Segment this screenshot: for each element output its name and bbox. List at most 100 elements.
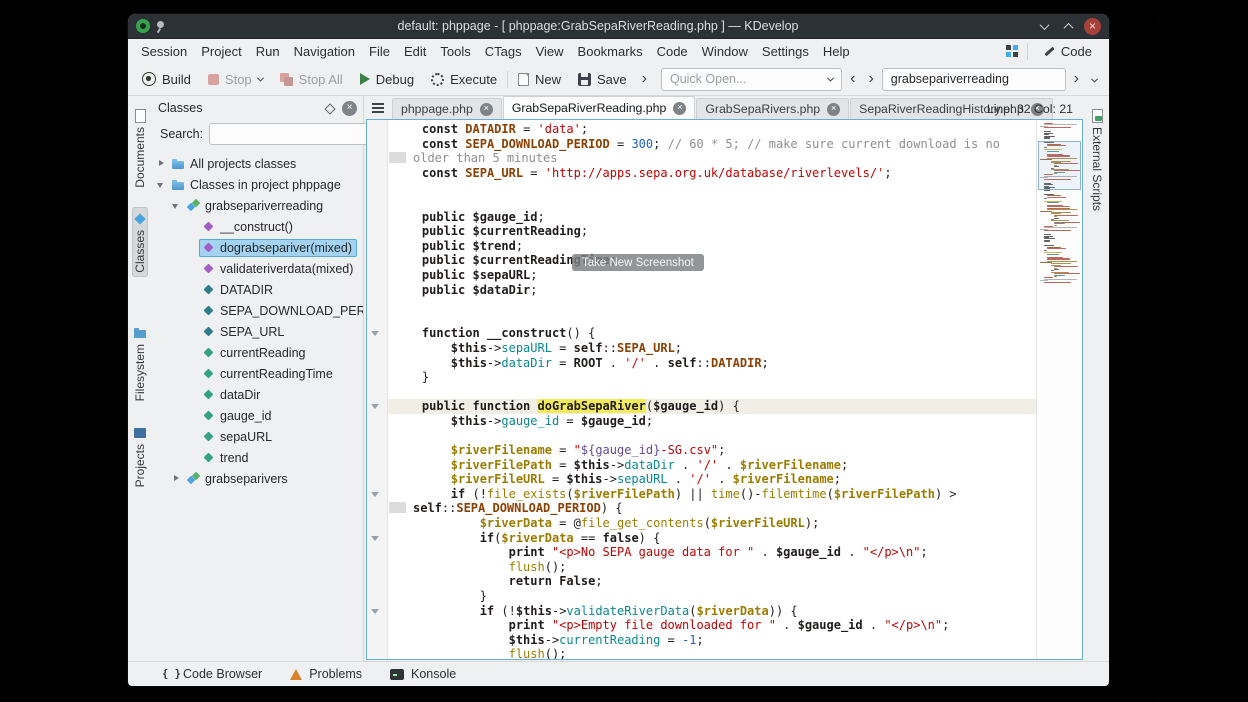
code-line[interactable] xyxy=(367,385,1036,400)
tree-item-gauge-id[interactable]: gauge_id xyxy=(152,405,363,426)
tab-close-icon[interactable] xyxy=(827,103,840,116)
menu-settings[interactable]: Settings xyxy=(755,41,816,62)
expander-icon[interactable] xyxy=(171,473,182,484)
fold-marker-icon[interactable] xyxy=(371,404,379,409)
area-switcher-grid-icon[interactable] xyxy=(1005,44,1019,58)
code-area[interactable]: const DATADIR = 'data'; const SEPA_DOWNL… xyxy=(367,120,1036,659)
menu-bookmarks[interactable]: Bookmarks xyxy=(571,41,650,62)
menu-view[interactable]: View xyxy=(529,41,571,62)
save-button[interactable]: Save xyxy=(571,68,634,91)
toolbar-expand-button[interactable]: › xyxy=(637,69,652,89)
code-line[interactable]: if($riverData == false) { xyxy=(367,531,1036,546)
code-line[interactable]: $riverFileURL = $this->sepaURL . '/' . $… xyxy=(367,472,1036,487)
classes-search-input[interactable] xyxy=(209,123,384,145)
code-line[interactable]: $this->sepaURL = self::SEPA_URL; xyxy=(367,341,1036,356)
tree-item-sepaurl[interactable]: sepaURL xyxy=(152,426,363,447)
stop-all-button[interactable]: Stop All xyxy=(273,68,350,91)
document-list-icon[interactable] xyxy=(370,100,386,116)
detach-toolview-icon[interactable] xyxy=(323,102,336,115)
toolbar-overflow-button[interactable] xyxy=(1087,69,1102,89)
minimize-button[interactable] xyxy=(1036,18,1053,35)
code-line[interactable]: const SEPA_DOWNLOAD_PERIOD = 300; // 60 … xyxy=(367,137,1036,152)
tab-grabsepariverreading-php[interactable]: GrabSepaRiverReading.php xyxy=(503,96,696,119)
tree-item-dograbsepariver-mixed[interactable]: dograbsepariver(mixed) xyxy=(152,237,363,258)
menu-project[interactable]: Project xyxy=(194,41,248,62)
dock-tab-projects[interactable]: Projects xyxy=(132,421,148,492)
code-line[interactable]: $this->gauge_id = $gauge_id; xyxy=(367,414,1036,429)
tab-grabseparivers-php[interactable]: GrabSepaRivers.php xyxy=(696,98,849,119)
code-line[interactable]: flush(); xyxy=(367,560,1036,575)
expander-icon[interactable] xyxy=(156,179,167,190)
tree-item-trend[interactable]: trend xyxy=(152,447,363,468)
code-line[interactable]: self::SEPA_DOWNLOAD_PERIOD) { xyxy=(367,501,1036,516)
build-button[interactable]: Build xyxy=(135,68,198,91)
debug-button[interactable]: Debug xyxy=(353,68,421,91)
tree-item-grabseparivers[interactable]: grabseparivers xyxy=(152,468,363,489)
menu-edit[interactable]: Edit xyxy=(397,41,433,62)
code-line[interactable] xyxy=(367,180,1036,195)
dock-tab-filesystem[interactable]: Filesystem xyxy=(132,321,148,406)
code-line[interactable]: public $gauge_id; xyxy=(367,210,1036,225)
code-line[interactable]: if (!file_exists($riverFilePath) || time… xyxy=(367,487,1036,502)
tab-close-icon[interactable] xyxy=(480,103,493,116)
fold-marker-icon[interactable] xyxy=(371,492,379,497)
stop-button[interactable]: Stop xyxy=(201,68,270,91)
quick-open-combo[interactable]: Quick Open... xyxy=(661,68,842,91)
expander-icon[interactable] xyxy=(171,200,182,211)
tree-item-datadir[interactable]: dataDir xyxy=(152,384,363,405)
tree-item-validateriverdata-mixed[interactable]: validateriverdata(mixed) xyxy=(152,258,363,279)
code-line[interactable]: const SEPA_URL = 'http://apps.sepa.org.u… xyxy=(367,166,1036,181)
dock-tab-classes[interactable]: Classes xyxy=(132,207,148,278)
bottom-tab-konsole[interactable]: Konsole xyxy=(390,667,456,681)
menu-session[interactable]: Session xyxy=(134,41,194,62)
code-line[interactable]: } xyxy=(367,370,1036,385)
menu-window[interactable]: Window xyxy=(695,41,755,62)
menu-code[interactable]: Code xyxy=(650,41,695,62)
code-line[interactable] xyxy=(367,312,1036,327)
code-line[interactable]: public $dataDir; xyxy=(367,283,1036,298)
code-line[interactable]: public $currentReading; xyxy=(367,224,1036,239)
search-forward-button[interactable]: › xyxy=(1069,69,1084,89)
code-line[interactable]: return False; xyxy=(367,574,1036,589)
code-line[interactable]: public $trend; xyxy=(367,239,1036,254)
code-line[interactable]: public function doGrabSepaRiver($gauge_i… xyxy=(367,399,1036,414)
code-line[interactable]: $riverFilePath = $this->dataDir . '/' . … xyxy=(367,458,1036,473)
minimap-scrollbar[interactable] xyxy=(1036,120,1082,659)
code-line[interactable]: if (!$this->validateRiverData($riverData… xyxy=(367,604,1036,619)
new-button[interactable]: New xyxy=(511,68,568,91)
code-area-button[interactable]: Code xyxy=(1036,42,1099,61)
dock-tab-documents[interactable]: Documents xyxy=(132,104,148,193)
menu-ctags[interactable]: CTags xyxy=(478,41,529,62)
maximize-button[interactable] xyxy=(1060,18,1077,35)
menu-help[interactable]: Help xyxy=(816,41,857,62)
code-line[interactable]: $riverData = @file_get_contents($riverFi… xyxy=(367,516,1036,531)
close-toolview-icon[interactable] xyxy=(342,101,357,116)
menu-navigation[interactable]: Navigation xyxy=(287,41,362,62)
code-line[interactable]: $riverFilename = "${gauge_id}-SG.csv"; xyxy=(367,443,1036,458)
previous-match-button[interactable]: ‹ xyxy=(845,69,860,89)
tree-item-construct[interactable]: __construct() xyxy=(152,216,363,237)
dock-tab-external-scripts[interactable]: External Scripts xyxy=(1089,104,1105,216)
code-line[interactable]: function __construct() { xyxy=(367,326,1036,341)
tree-item-datadir[interactable]: DATADIR xyxy=(152,279,363,300)
execute-button[interactable]: Execute xyxy=(424,68,504,91)
tree-item-all-projects-classes[interactable]: All projects classes xyxy=(152,153,363,174)
code-line[interactable]: flush(); xyxy=(367,647,1036,659)
code-line[interactable]: older than 5 minutes xyxy=(367,151,1036,166)
tab-close-icon[interactable] xyxy=(673,102,686,115)
fold-marker-icon[interactable] xyxy=(371,536,379,541)
tree-item-classes-in-project-phppage[interactable]: Classes in project phppage xyxy=(152,174,363,195)
code-line[interactable]: print "<p>Empty file downloaded for " . … xyxy=(367,618,1036,633)
tab-phppage-php[interactable]: phppage.php xyxy=(392,98,502,119)
expander-icon[interactable] xyxy=(156,158,167,169)
pin-icon[interactable] xyxy=(155,20,167,33)
tree-item-currentreading[interactable]: currentReading xyxy=(152,342,363,363)
bottom-tab-code-browser[interactable]: Code Browser xyxy=(162,667,262,681)
menu-tools[interactable]: Tools xyxy=(433,41,477,62)
tree-item-grabsepariverreading[interactable]: grabsepariverreading xyxy=(152,195,363,216)
fold-marker-icon[interactable] xyxy=(371,331,379,336)
tree-item-sepa-url[interactable]: SEPA_URL xyxy=(152,321,363,342)
code-line[interactable] xyxy=(367,195,1036,210)
code-line[interactable] xyxy=(367,428,1036,443)
tree-item-sepa-download-period[interactable]: SEPA_DOWNLOAD_PERIOD xyxy=(152,300,363,321)
